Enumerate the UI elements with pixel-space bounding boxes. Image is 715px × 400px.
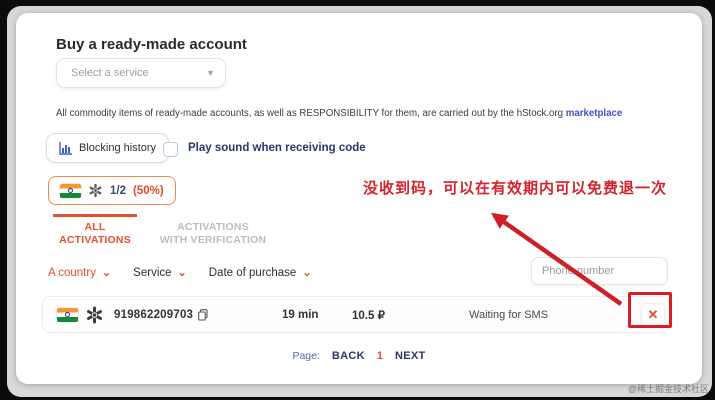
tab-all-activations[interactable]: ALL ACTIVATIONS (53, 214, 137, 247)
chevron-down-icon: ⌄ (302, 269, 311, 277)
service-select-placeholder: Select a service (71, 67, 149, 79)
play-sound-label: Play sound when receiving code (188, 142, 366, 154)
current-page: 1 (377, 350, 383, 362)
openai-logo-icon (88, 183, 103, 198)
chakra-icon (65, 312, 70, 317)
refund-annotation-text: 没收到码，可以在有效期内可以免费退一次 (363, 177, 667, 198)
counter-percent: (50%) (133, 185, 164, 197)
activation-row: 919862209703 19 min 10.5 ₽ Waiting for S… (42, 296, 670, 333)
filter-label: A country (48, 267, 96, 279)
activation-counter-badge[interactable]: 1/2 (50%) (48, 176, 176, 205)
india-flag-icon (57, 308, 78, 322)
cancel-activation-button[interactable]: ✕ (641, 303, 665, 327)
filter-country[interactable]: A country ⌄ (48, 267, 111, 279)
activation-tabs: ALL ACTIVATIONS ACTIVATIONS WITH VERIFIC… (53, 214, 269, 247)
next-button[interactable]: NEXT (395, 350, 426, 362)
filter-service[interactable]: Service ⌄ (133, 267, 187, 279)
copy-icon[interactable] (198, 309, 208, 321)
page-title: Buy a ready-made account (56, 36, 247, 53)
chevron-down-icon: ⌄ (102, 269, 111, 277)
page-label: Page: (292, 350, 319, 362)
price-cell: 10.5 ₽ (352, 308, 385, 322)
phone-number-value: 919862209703 (114, 309, 193, 321)
phone-number-input[interactable] (531, 257, 668, 285)
tab-label: ACTIVATIONS (53, 234, 137, 247)
disclaimer-text: All commodity items of ready-made accoun… (56, 108, 563, 119)
play-sound-checkbox[interactable] (163, 142, 178, 157)
marketplace-disclaimer: All commodity items of ready-made accoun… (56, 108, 622, 119)
blocking-history-label: Blocking history (79, 142, 156, 154)
buy-account-panel: Buy a ready-made account Select a servic… (16, 13, 702, 384)
filter-date-of-purchase[interactable]: Date of purchase ⌄ (209, 267, 312, 279)
india-flag-icon (60, 184, 81, 198)
service-select[interactable]: Select a service ▾ (56, 58, 226, 88)
back-button[interactable]: BACK (332, 350, 365, 362)
tab-label: ALL (53, 221, 137, 234)
counter-value: 1/2 (110, 185, 126, 197)
filter-label: Date of purchase (209, 267, 297, 279)
tab-activations-with-verification[interactable]: ACTIVATIONS WITH VERIFICATION (157, 214, 269, 247)
filter-bar: A country ⌄ Service ⌄ Date of purchase ⌄ (48, 267, 312, 279)
time-left-cell: 19 min (282, 309, 318, 321)
chevron-down-icon: ▾ (208, 68, 213, 79)
filter-label: Service (133, 267, 171, 279)
tab-label: WITH VERIFICATION (157, 234, 269, 247)
openai-logo-icon (85, 305, 104, 324)
blocking-history-button[interactable]: Blocking history (46, 133, 169, 163)
bar-chart-icon (59, 142, 72, 155)
watermark: @稀土掘金技术社区 (628, 382, 709, 395)
phone-number-cell: 919862209703 (114, 309, 208, 321)
close-icon: ✕ (648, 308, 659, 321)
marketplace-link[interactable]: marketplace (566, 108, 623, 119)
status-cell: Waiting for SMS (469, 309, 548, 321)
chakra-icon (68, 188, 73, 193)
tab-label: ACTIVATIONS (157, 221, 269, 234)
pagination: Page: BACK 1 NEXT (292, 350, 425, 362)
chevron-down-icon: ⌄ (178, 269, 187, 277)
